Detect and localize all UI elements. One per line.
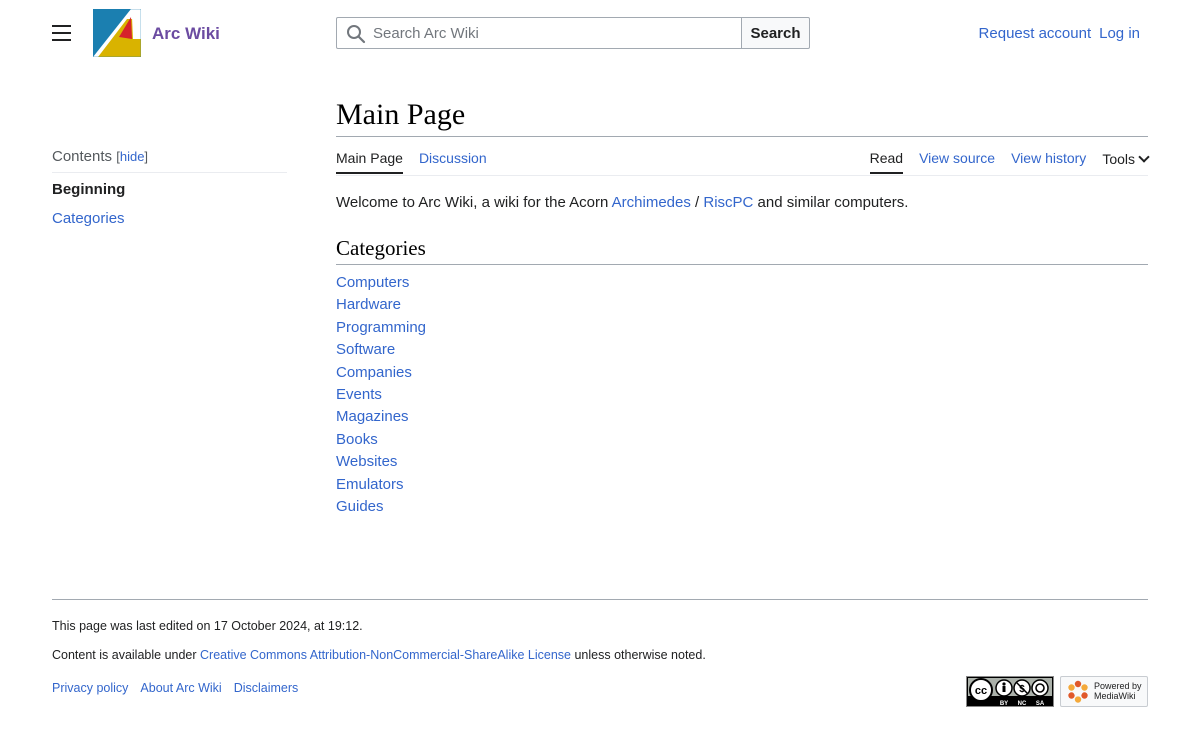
- category-link[interactable]: Books: [336, 431, 378, 448]
- search-button[interactable]: Search: [741, 17, 810, 49]
- toc-item-beginning[interactable]: Beginning: [52, 181, 287, 198]
- powered-by-label: Powered by: [1094, 681, 1142, 691]
- search-box[interactable]: [336, 17, 742, 49]
- category-link[interactable]: Companies: [336, 364, 412, 381]
- list-item: Software: [336, 339, 426, 361]
- mediawiki-flower-icon: [1068, 680, 1088, 703]
- log-in-link[interactable]: Log in: [1099, 25, 1140, 42]
- site-logo[interactable]: [93, 9, 141, 57]
- last-edited-info: This page was last edited on 17 October …: [52, 619, 363, 633]
- cc-license-icon: cc $ BY NC SA: [968, 678, 1052, 707]
- table-of-contents: Contents [hide] Beginning Categories: [52, 148, 287, 227]
- tools-label: Tools: [1102, 151, 1135, 167]
- category-link[interactable]: Programming: [336, 319, 426, 336]
- toc-hide-link[interactable]: hide: [120, 149, 145, 164]
- intro-text-end: and similar computers.: [753, 194, 909, 211]
- creative-commons-badge[interactable]: cc $ BY NC SA: [966, 676, 1054, 707]
- namespace-tabs: Main Page Discussion: [336, 150, 487, 174]
- list-item: Websites: [336, 451, 426, 473]
- category-link[interactable]: Emulators: [336, 476, 404, 493]
- main-menu-icon[interactable]: [52, 25, 72, 41]
- list-item: Guides: [336, 496, 426, 518]
- list-item: Hardware: [336, 294, 426, 316]
- section-heading-categories: Categories: [336, 236, 1148, 265]
- chevron-down-icon: [1138, 151, 1150, 163]
- cc-label-by: BY: [1000, 701, 1008, 706]
- toc-item-categories[interactable]: Categories: [52, 210, 125, 227]
- page-title: Main Page: [336, 98, 1148, 137]
- powered-by-mediawiki-badge[interactable]: Powered by MediaWiki: [1060, 676, 1148, 707]
- category-link[interactable]: Events: [336, 386, 382, 403]
- toc-header: Contents [hide]: [52, 148, 287, 173]
- tab-view-history[interactable]: View history: [1011, 150, 1086, 174]
- category-link[interactable]: Software: [336, 341, 395, 358]
- list-item: Companies: [336, 362, 426, 384]
- tools-dropdown[interactable]: Tools: [1102, 150, 1150, 174]
- category-list: Computers Hardware Programming Software …: [336, 272, 426, 518]
- archimedes-link[interactable]: Archimedes: [612, 194, 691, 211]
- license-link[interactable]: Creative Commons Attribution-NonCommerci…: [200, 648, 571, 662]
- disclaimers-link[interactable]: Disclaimers: [234, 681, 299, 695]
- mediawiki-badge-text: Powered by MediaWiki: [1094, 681, 1142, 701]
- user-links: Request account Log in: [979, 25, 1140, 42]
- intro-text: Welcome to Arc Wiki, a wiki for the Acor…: [336, 194, 612, 211]
- privacy-policy-link[interactable]: Privacy policy: [52, 681, 128, 695]
- tab-read[interactable]: Read: [869, 150, 904, 174]
- license-text: Content is available under: [52, 648, 201, 662]
- tab-discussion[interactable]: Discussion: [419, 150, 487, 174]
- list-item: Books: [336, 429, 426, 451]
- category-link[interactable]: Computers: [336, 274, 409, 291]
- tab-view-source[interactable]: View source: [919, 150, 995, 174]
- request-account-link[interactable]: Request account: [979, 25, 1092, 42]
- category-link[interactable]: Hardware: [336, 296, 401, 313]
- tab-main-page[interactable]: Main Page: [336, 150, 403, 174]
- footer-links: Privacy policy About Arc Wiki Disclaimer…: [52, 681, 298, 695]
- mediawiki-label: MediaWiki: [1094, 691, 1136, 701]
- cc-label-nc: NC: [1018, 701, 1027, 706]
- list-item: Events: [336, 384, 426, 406]
- category-link[interactable]: Magazines: [336, 408, 409, 425]
- toc-hide-toggle: [hide]: [116, 149, 149, 164]
- list-item: Emulators: [336, 474, 426, 496]
- list-item: Computers: [336, 272, 426, 294]
- intro-paragraph: Welcome to Arc Wiki, a wiki for the Acor…: [336, 194, 908, 211]
- toc-title: Contents: [52, 148, 113, 165]
- cc-label-sa: SA: [1036, 701, 1045, 706]
- license-text-end: unless otherwise noted.: [571, 648, 706, 662]
- license-info: Content is available under Creative Comm…: [52, 648, 706, 662]
- list-item: Programming: [336, 317, 426, 339]
- view-tabs: Read View source View history Tools: [869, 150, 1150, 174]
- category-link[interactable]: Websites: [336, 453, 397, 470]
- search-input[interactable]: [373, 18, 733, 48]
- intro-separator: /: [690, 194, 704, 211]
- about-link[interactable]: About Arc Wiki: [140, 681, 221, 695]
- svg-text:cc: cc: [975, 685, 987, 697]
- site-wordmark[interactable]: Arc Wiki: [152, 24, 220, 44]
- tabs-divider: [336, 175, 1148, 176]
- riscpc-link[interactable]: RiscPC: [703, 194, 753, 211]
- list-item: Magazines: [336, 406, 426, 428]
- search-icon: [347, 25, 366, 44]
- footer-divider: [52, 599, 1148, 600]
- category-link[interactable]: Guides: [336, 498, 384, 515]
